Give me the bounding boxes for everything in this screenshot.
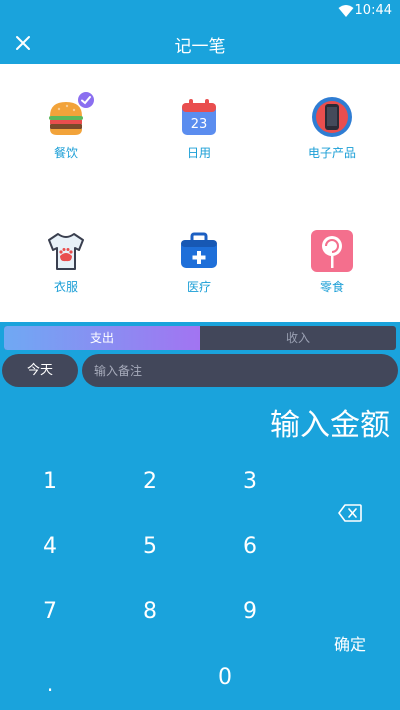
selected-check-icon [78, 92, 94, 108]
category-label: 日用 [186, 146, 211, 160]
confirm-button[interactable]: 确定 [320, 628, 380, 662]
calendar-icon: 23 [182, 99, 216, 135]
category-label: 电子产品 [307, 146, 356, 160]
category-food[interactable]: 餐饮 [16, 92, 116, 176]
key-6[interactable]: 6 [220, 527, 280, 567]
wifi-icon [338, 5, 354, 17]
category-grid: 餐饮 23 日用 电子产品 衣服 医疗 零食 [0, 64, 400, 322]
phone-icon [312, 97, 352, 137]
category-label: 医疗 [186, 280, 211, 294]
category-label: 餐饮 [53, 146, 78, 160]
lollipop-icon [311, 230, 353, 272]
medical-kit-icon [181, 232, 217, 268]
key-1[interactable]: 1 [20, 462, 80, 502]
note-input[interactable] [82, 354, 398, 387]
key-8[interactable]: 8 [120, 592, 180, 632]
category-label: 衣服 [53, 280, 78, 294]
key-2[interactable]: 2 [120, 462, 180, 502]
backspace-icon[interactable] [338, 504, 362, 522]
status-bar: 10:44 [0, 0, 400, 24]
key-dot[interactable]: . [20, 664, 80, 704]
category-daily[interactable]: 23 日用 [149, 96, 249, 176]
category-medical[interactable]: 医疗 [149, 230, 249, 310]
key-3[interactable]: 3 [220, 462, 280, 502]
category-clothes[interactable]: 衣服 [16, 230, 116, 310]
type-toggle: 支出 收入 [4, 326, 396, 350]
shirt-icon [48, 233, 84, 270]
key-0[interactable]: 0 [195, 658, 255, 698]
key-5[interactable]: 5 [120, 527, 180, 567]
category-snacks[interactable]: 零食 [282, 230, 382, 310]
amount-display: 输入金额 [270, 408, 390, 443]
key-7[interactable]: 7 [20, 592, 80, 632]
category-electronics[interactable]: 电子产品 [282, 96, 382, 176]
tab-income[interactable]: 收入 [200, 326, 396, 350]
category-label: 零食 [319, 280, 344, 294]
tab-expense[interactable]: 支出 [4, 326, 200, 350]
calendar-day: 23 [191, 117, 208, 132]
key-4[interactable]: 4 [20, 527, 80, 567]
date-button[interactable]: 今天 [2, 354, 78, 387]
key-9[interactable]: 9 [220, 592, 280, 632]
app-bar: 记一笔 [0, 24, 400, 64]
status-time: 10:44 [354, 3, 392, 18]
page-title: 记一笔 [174, 37, 226, 57]
